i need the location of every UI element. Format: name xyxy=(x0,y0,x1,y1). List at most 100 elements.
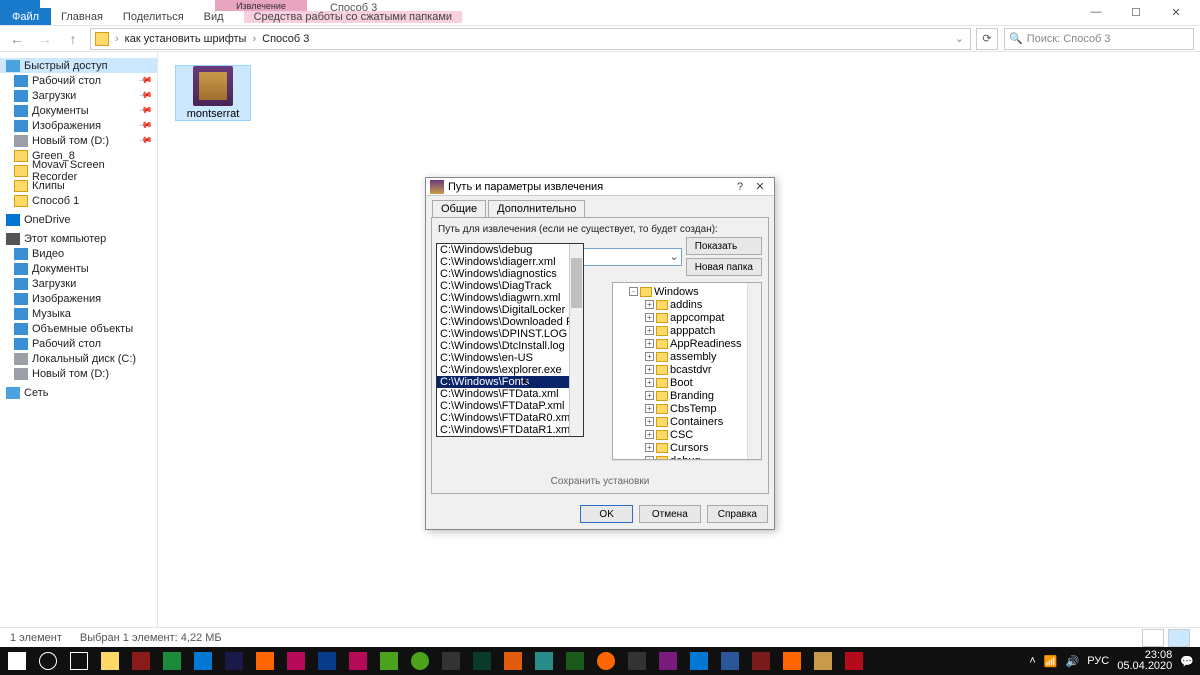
file-menu[interactable]: Файл xyxy=(0,8,51,25)
tree-node[interactable]: +debug xyxy=(615,454,745,459)
forward-button[interactable]: → xyxy=(34,31,56,47)
tree-scrollbar-v[interactable] xyxy=(747,283,761,459)
dropdown-item[interactable]: C:\Windows\en-US xyxy=(437,352,583,364)
taskbar-app[interactable] xyxy=(746,648,776,674)
view-details-button[interactable] xyxy=(1142,629,1164,647)
task-view-button[interactable] xyxy=(64,648,94,674)
ok-button[interactable]: OK xyxy=(580,505,632,523)
taskbar-app[interactable] xyxy=(653,648,683,674)
search-input[interactable]: 🔍 Поиск: Способ 3 xyxy=(1004,28,1194,50)
minimize-button[interactable]: — xyxy=(1076,2,1116,22)
taskbar-app[interactable] xyxy=(498,648,528,674)
sidebar-item[interactable]: Способ 1 xyxy=(0,193,157,208)
sidebar-quick-access[interactable]: Быстрый доступ xyxy=(0,58,157,73)
path-autocomplete-dropdown[interactable]: C:\Windows\debugC:\Windows\diagerr.xmlC:… xyxy=(436,243,584,437)
sidebar-item[interactable]: Видео xyxy=(0,246,157,261)
taskbar-app[interactable] xyxy=(622,648,652,674)
sidebar-item[interactable]: Документы📌 xyxy=(0,103,157,118)
dropdown-item[interactable]: C:\Windows\Downloaded Program Files xyxy=(437,316,583,328)
sidebar-item[interactable]: Загрузки xyxy=(0,276,157,291)
dropdown-item[interactable]: C:\Windows\DPINST.LOG xyxy=(437,328,583,340)
taskbar-app[interactable] xyxy=(281,648,311,674)
dropdown-item[interactable]: C:\Windows\diagwrn.xml xyxy=(437,292,583,304)
dropdown-item[interactable]: C:\Windows\Fonts xyxy=(437,376,583,388)
sidebar-item[interactable]: Музыка xyxy=(0,306,157,321)
view-icons-button[interactable] xyxy=(1168,629,1190,647)
new-folder-button[interactable]: Новая папка xyxy=(686,258,762,276)
maximize-button[interactable]: ☐ xyxy=(1116,2,1156,22)
tree-node[interactable]: +AppReadiness xyxy=(615,337,745,350)
dropdown-item[interactable]: C:\Windows\FTDataP.xml xyxy=(437,400,583,412)
breadcrumb-segment[interactable]: как установить шрифты xyxy=(125,33,247,45)
taskbar-app[interactable] xyxy=(529,648,559,674)
tray-chevron[interactable]: ˄ xyxy=(1029,655,1035,667)
breadcrumb-segment[interactable]: Способ 3 xyxy=(262,33,309,45)
tab-share[interactable]: Поделиться xyxy=(113,11,194,23)
up-button[interactable]: ↑ xyxy=(62,31,84,47)
tab-home[interactable]: Главная xyxy=(51,11,113,23)
sidebar-item[interactable]: Объемные объекты xyxy=(0,321,157,336)
search-button[interactable] xyxy=(33,648,63,674)
address-bar[interactable]: › как установить шрифты › Способ 3 ⌄ xyxy=(90,28,971,50)
dropdown-item[interactable]: C:\Windows\DigitalLocker xyxy=(437,304,583,316)
taskbar-app[interactable] xyxy=(188,648,218,674)
taskbar-app[interactable] xyxy=(777,648,807,674)
taskbar-app[interactable] xyxy=(126,648,156,674)
tree-scrollbar-h[interactable] xyxy=(612,460,762,474)
tray-notifications[interactable]: 💬 xyxy=(1180,655,1194,668)
sidebar-item[interactable]: Документы xyxy=(0,261,157,276)
sidebar-item[interactable]: Новый том (D:) xyxy=(0,366,157,381)
sidebar-item[interactable]: Изображения xyxy=(0,291,157,306)
path-dropdown-button[interactable]: ⌄ xyxy=(669,250,678,263)
taskbar-app[interactable] xyxy=(374,648,404,674)
extraction-context-tab[interactable]: Извлечение xyxy=(215,0,307,11)
taskbar-app[interactable] xyxy=(808,648,838,674)
dropdown-scrollbar[interactable] xyxy=(569,244,583,436)
dropdown-item[interactable]: C:\Windows\FTDataR1.xml xyxy=(437,424,583,436)
tree-node[interactable]: +Containers xyxy=(615,415,745,428)
back-button[interactable]: ← xyxy=(6,31,28,47)
file-item-montserrat[interactable]: montserrat xyxy=(176,66,250,120)
address-dropdown[interactable]: ⌄ xyxy=(953,32,966,45)
sidebar-item[interactable]: Загрузки📌 xyxy=(0,88,157,103)
dropdown-item[interactable]: C:\Windows\FTDataR0.xml xyxy=(437,412,583,424)
tree-node[interactable]: -Windows xyxy=(615,285,745,298)
close-button[interactable]: ✕ xyxy=(1156,2,1196,22)
tree-node[interactable]: +CbsTemp xyxy=(615,402,745,415)
taskbar-app[interactable] xyxy=(343,648,373,674)
tab-general[interactable]: Общие xyxy=(432,200,486,217)
dropdown-item[interactable]: C:\Windows\diagnostics xyxy=(437,268,583,280)
tray-sound-icon[interactable]: 🔊 xyxy=(1066,655,1080,668)
taskbar-app[interactable] xyxy=(560,648,590,674)
tray-clock[interactable]: 23:08 05.04.2020 xyxy=(1117,650,1172,672)
sidebar-network[interactable]: Сеть xyxy=(0,385,157,400)
dropdown-item[interactable]: C:\Windows\diagerr.xml xyxy=(437,256,583,268)
sidebar-item[interactable]: Локальный диск (C:) xyxy=(0,351,157,366)
sidebar-item[interactable]: Рабочий стол📌 xyxy=(0,73,157,88)
tree-node[interactable]: +CSC xyxy=(615,428,745,441)
sidebar-item[interactable]: Изображения📌 xyxy=(0,118,157,133)
taskbar-app[interactable] xyxy=(219,648,249,674)
dialog-close-button[interactable]: ✕ xyxy=(750,180,770,193)
taskbar-app[interactable] xyxy=(684,648,714,674)
taskbar-app[interactable] xyxy=(405,648,435,674)
taskbar-app[interactable] xyxy=(95,648,125,674)
refresh-button[interactable]: ⟳ xyxy=(976,28,998,50)
taskbar-app[interactable] xyxy=(591,648,621,674)
help-button[interactable]: Справка xyxy=(707,505,768,523)
taskbar-app[interactable] xyxy=(157,648,187,674)
start-button[interactable] xyxy=(2,648,32,674)
dropdown-item[interactable]: C:\Windows\debug xyxy=(437,244,583,256)
tree-node[interactable]: +addins xyxy=(615,298,745,311)
sidebar-item[interactable]: Рабочий стол xyxy=(0,336,157,351)
show-button[interactable]: Показать xyxy=(686,237,762,255)
taskbar-app[interactable] xyxy=(839,648,869,674)
sidebar-onedrive[interactable]: OneDrive xyxy=(0,212,157,227)
taskbar-app[interactable] xyxy=(250,648,280,674)
tab-advanced[interactable]: Дополнительно xyxy=(488,200,585,217)
tray-network-icon[interactable]: 📶 xyxy=(1044,655,1058,668)
tree-node[interactable]: +bcastdvr xyxy=(615,363,745,376)
dialog-help-button[interactable]: ? xyxy=(730,181,750,193)
tree-node[interactable]: +appcompat xyxy=(615,311,745,324)
taskbar-app[interactable] xyxy=(715,648,745,674)
